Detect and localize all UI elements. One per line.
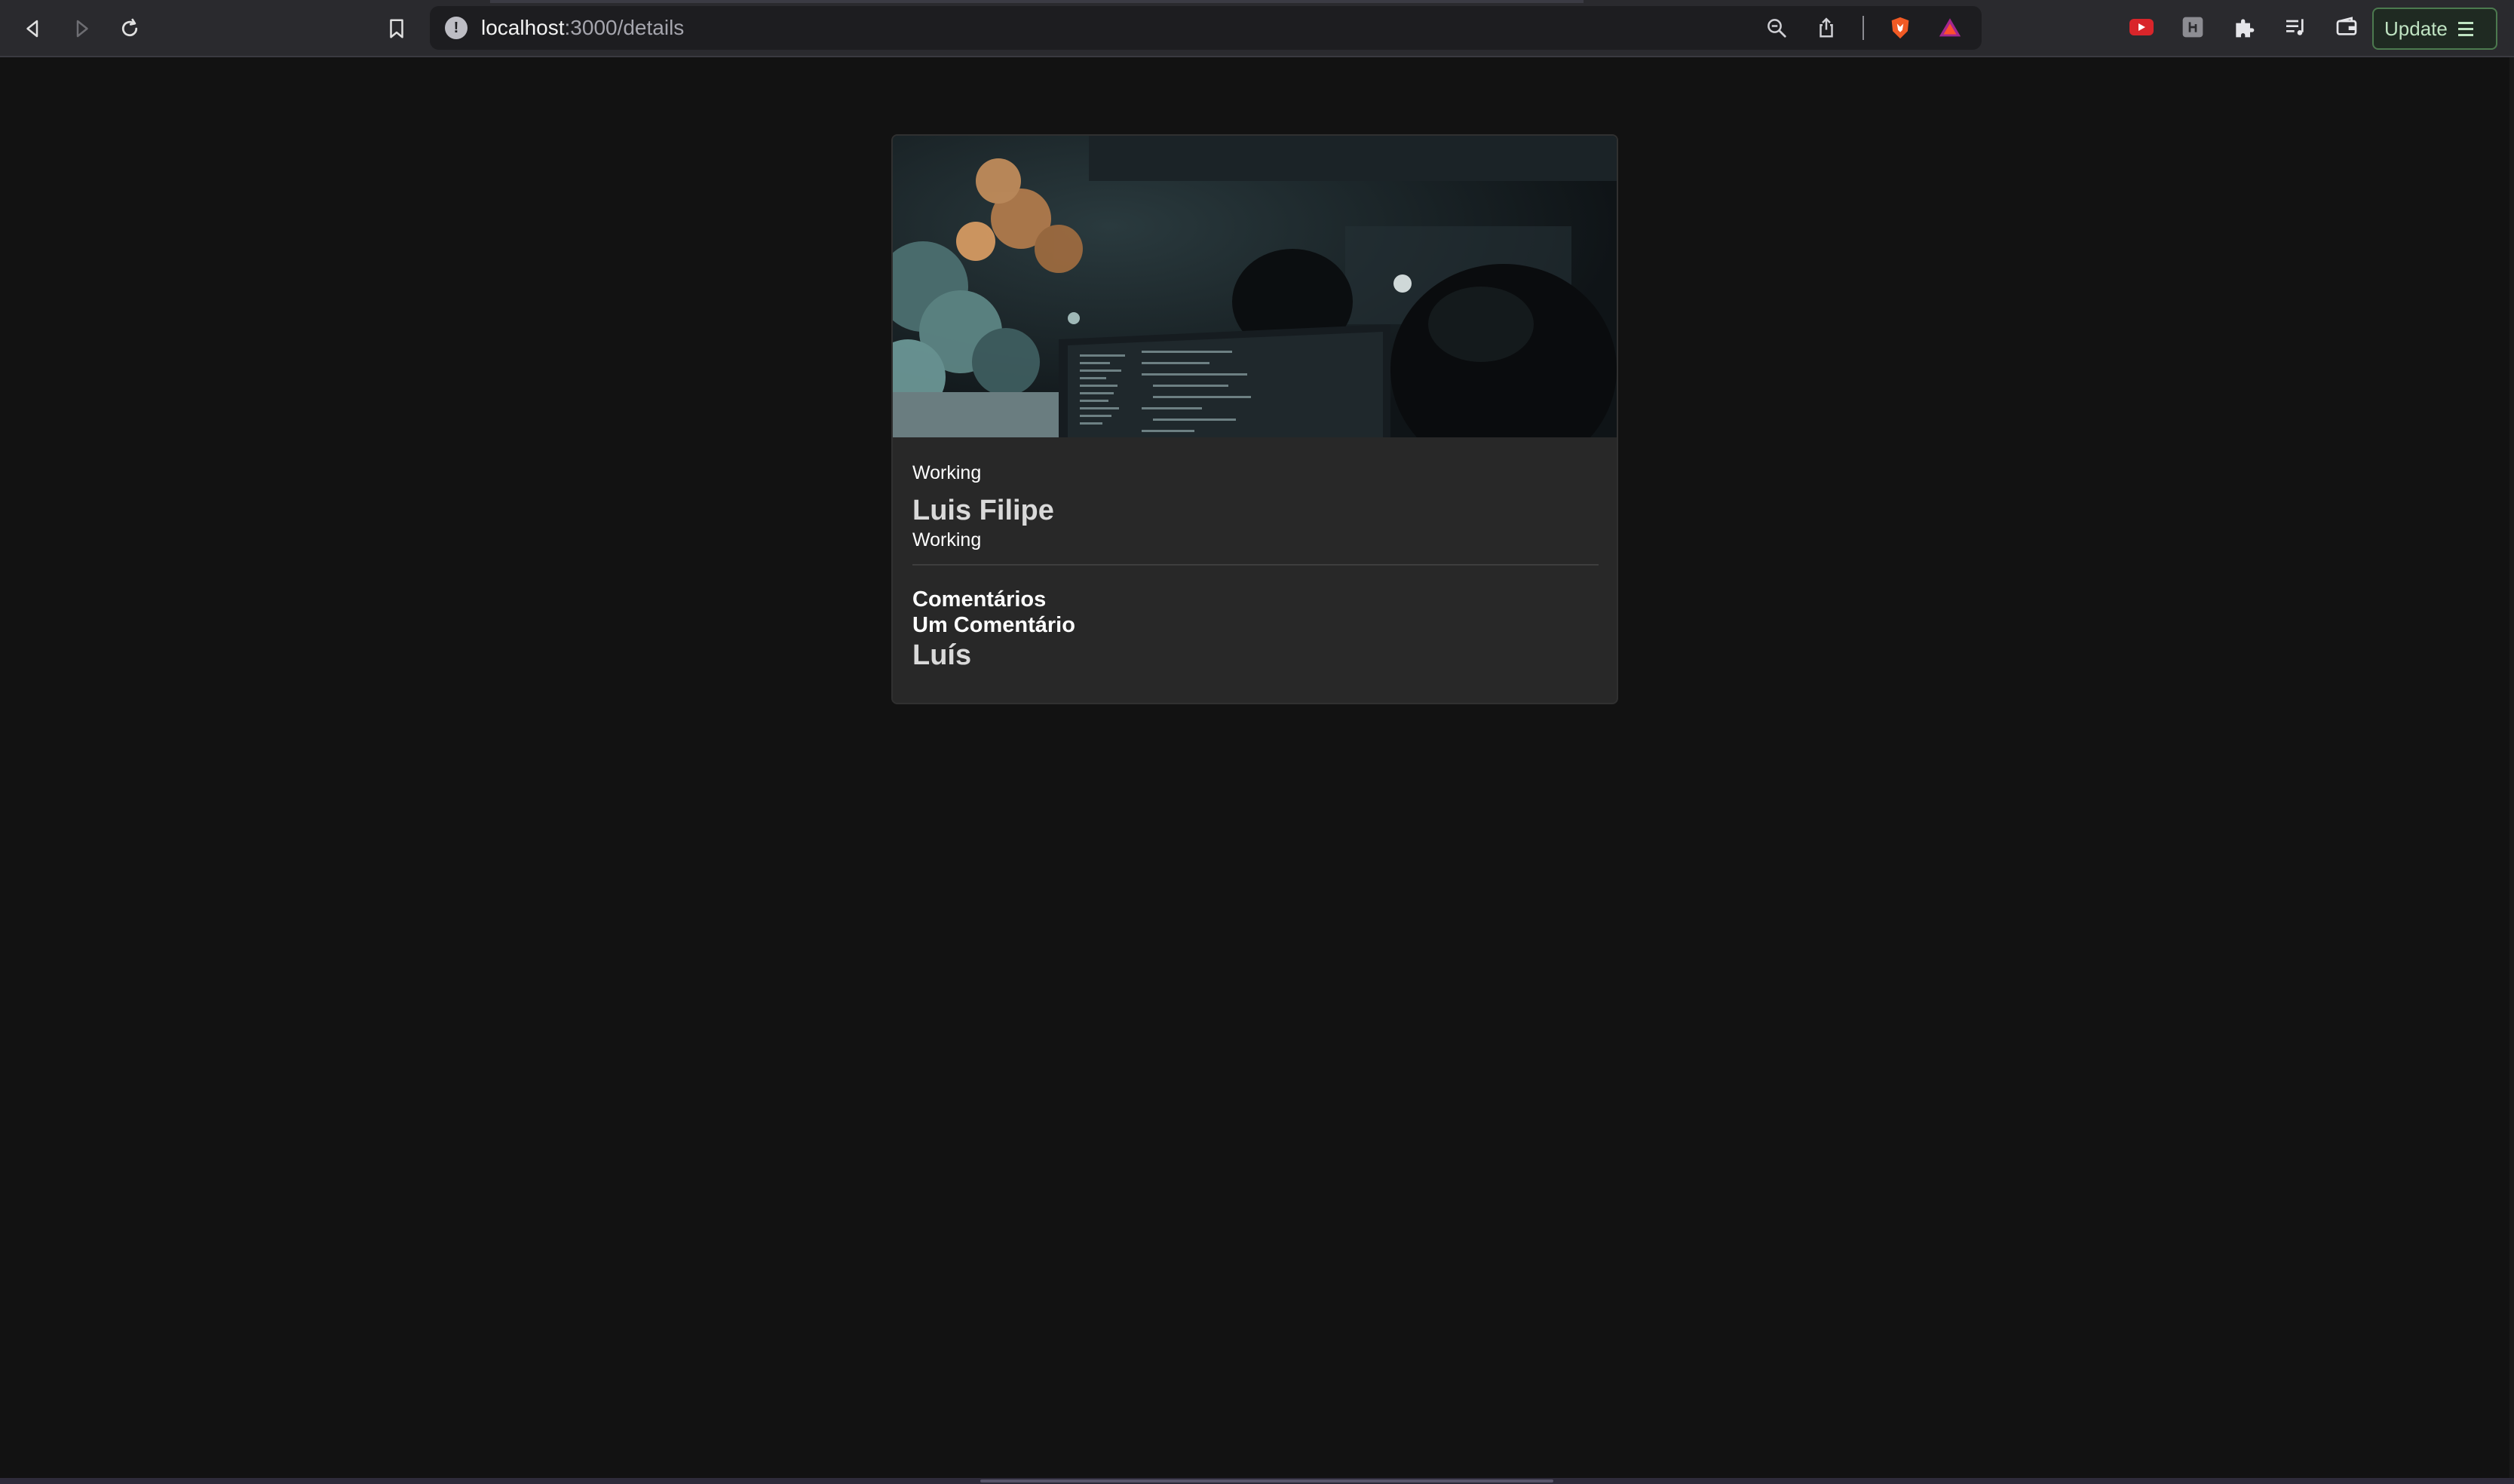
url-text[interactable]: localhost:3000/details xyxy=(481,6,684,50)
browser-toolbar: ! localhost:3000/details Update xyxy=(0,0,2514,57)
comments-heading: Comentários xyxy=(912,587,1047,612)
extensions-area xyxy=(2126,12,2362,42)
back-button[interactable] xyxy=(15,11,51,47)
post-title: Luis Filipe xyxy=(912,495,1054,526)
address-bar-actions xyxy=(1763,13,1964,43)
back-icon xyxy=(26,20,38,38)
extension-icon[interactable] xyxy=(2178,12,2208,42)
details-card: Working Luis Filipe Working Comentários … xyxy=(891,134,1618,704)
post-subtitle: Working xyxy=(912,529,982,550)
playlist-icon[interactable] xyxy=(2280,12,2310,42)
wallet-icon[interactable] xyxy=(2332,12,2362,42)
bookmark-button[interactable] xyxy=(379,11,415,47)
share-icon[interactable] xyxy=(1813,14,1840,41)
browser-window: ! localhost:3000/details Update Working … xyxy=(0,0,2514,1484)
info-icon[interactable]: ! xyxy=(445,17,468,39)
forward-icon xyxy=(76,20,88,38)
divider xyxy=(912,564,1599,566)
bookmark-icon xyxy=(390,19,403,38)
comment-text: Um Comentário xyxy=(912,613,1075,637)
update-button[interactable]: Update xyxy=(2372,8,2497,50)
update-label: Update xyxy=(2384,17,2448,40)
post-category: Working xyxy=(912,462,982,483)
url-host: localhost xyxy=(481,16,565,39)
reload-button[interactable] xyxy=(112,11,148,47)
brave-rewards-icon[interactable] xyxy=(1936,14,1964,41)
hero-photo-illustration xyxy=(893,136,1617,437)
forward-button[interactable] xyxy=(63,11,100,47)
horizontal-scrollbar[interactable] xyxy=(980,1479,1553,1482)
tab-strip-accent xyxy=(490,0,1584,3)
window-edge xyxy=(2509,57,2514,1484)
youtube-extension-icon[interactable] xyxy=(2126,12,2157,42)
comment-item: Um Comentário Luís xyxy=(912,612,1599,673)
menu-icon xyxy=(2457,21,2473,36)
toolbar-separator xyxy=(1863,16,1864,40)
reload-icon xyxy=(121,18,138,36)
hero-image xyxy=(893,136,1617,437)
address-bar[interactable]: ! localhost:3000/details xyxy=(430,6,1982,50)
comment-author: Luís xyxy=(912,639,972,671)
brave-shield-icon[interactable] xyxy=(1887,14,1914,41)
card-body: Working Luis Filipe Working Comentários … xyxy=(912,460,1599,673)
puzzle-extensions-icon[interactable] xyxy=(2229,12,2259,42)
url-path: :3000/details xyxy=(564,16,685,39)
zoom-out-icon[interactable] xyxy=(1763,14,1790,41)
